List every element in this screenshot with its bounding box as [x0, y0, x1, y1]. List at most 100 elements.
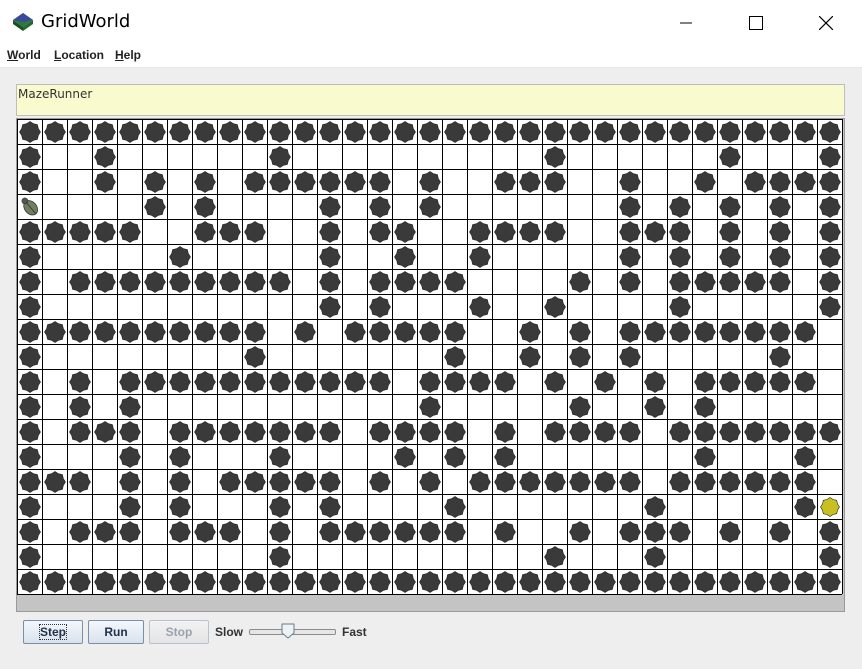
- rock-actor[interactable]: [269, 521, 291, 543]
- rock-actor[interactable]: [694, 421, 716, 443]
- rock-actor[interactable]: [69, 371, 91, 393]
- rock-actor[interactable]: [369, 171, 391, 193]
- rock-actor[interactable]: [394, 121, 416, 143]
- rock-actor[interactable]: [419, 396, 441, 418]
- rock-actor[interactable]: [244, 371, 266, 393]
- rock-actor[interactable]: [794, 371, 816, 393]
- rock-actor[interactable]: [694, 396, 716, 418]
- rock-actor[interactable]: [544, 296, 566, 318]
- rock-actor[interactable]: [194, 421, 216, 443]
- rock-actor[interactable]: [144, 196, 166, 218]
- rock-actor[interactable]: [244, 471, 266, 493]
- rock-actor[interactable]: [419, 521, 441, 543]
- rock-actor[interactable]: [769, 346, 791, 368]
- rock-actor[interactable]: [669, 521, 691, 543]
- rock-actor[interactable]: [244, 346, 266, 368]
- rock-actor[interactable]: [194, 121, 216, 143]
- rock-actor[interactable]: [19, 121, 41, 143]
- rock-actor[interactable]: [494, 171, 516, 193]
- rock-actor[interactable]: [519, 321, 541, 343]
- rock-actor[interactable]: [119, 271, 141, 293]
- rock-actor[interactable]: [194, 321, 216, 343]
- rock-actor[interactable]: [119, 471, 141, 493]
- rock-actor[interactable]: [619, 271, 641, 293]
- minimize-button[interactable]: [663, 0, 709, 45]
- rock-actor[interactable]: [644, 521, 666, 543]
- rock-actor[interactable]: [44, 571, 66, 593]
- rock-actor[interactable]: [169, 496, 191, 518]
- rock-actor[interactable]: [569, 421, 591, 443]
- rock-actor[interactable]: [344, 321, 366, 343]
- rock-actor[interactable]: [344, 121, 366, 143]
- rock-actor[interactable]: [444, 371, 466, 393]
- rock-actor[interactable]: [569, 121, 591, 143]
- rock-actor[interactable]: [619, 221, 641, 243]
- rock-actor[interactable]: [519, 471, 541, 493]
- rock-actor[interactable]: [369, 571, 391, 593]
- rock-actor[interactable]: [619, 571, 641, 593]
- rock-actor[interactable]: [269, 571, 291, 593]
- maximize-button[interactable]: [733, 0, 779, 45]
- rock-actor[interactable]: [269, 146, 291, 168]
- rock-actor[interactable]: [44, 471, 66, 493]
- rock-actor[interactable]: [319, 421, 341, 443]
- rock-actor[interactable]: [294, 121, 316, 143]
- rock-actor[interactable]: [369, 321, 391, 343]
- rock-actor[interactable]: [244, 271, 266, 293]
- rock-actor[interactable]: [769, 121, 791, 143]
- rock-actor[interactable]: [194, 571, 216, 593]
- rock-actor[interactable]: [344, 171, 366, 193]
- rock-actor[interactable]: [469, 296, 491, 318]
- rock-actor[interactable]: [744, 171, 766, 193]
- rock-actor[interactable]: [319, 171, 341, 193]
- rock-actor[interactable]: [19, 546, 41, 568]
- rock-actor[interactable]: [94, 571, 116, 593]
- rock-actor[interactable]: [669, 221, 691, 243]
- rock-actor[interactable]: [394, 321, 416, 343]
- rock-actor[interactable]: [469, 471, 491, 493]
- rock-actor[interactable]: [144, 121, 166, 143]
- rock-actor[interactable]: [144, 271, 166, 293]
- rock-actor[interactable]: [119, 221, 141, 243]
- rock-actor[interactable]: [444, 521, 466, 543]
- rock-actor[interactable]: [494, 421, 516, 443]
- rock-actor[interactable]: [769, 471, 791, 493]
- rock-actor[interactable]: [694, 121, 716, 143]
- rock-actor[interactable]: [619, 346, 641, 368]
- rock-actor[interactable]: [719, 421, 741, 443]
- rock-actor[interactable]: [194, 521, 216, 543]
- rock-actor[interactable]: [494, 471, 516, 493]
- rock-actor[interactable]: [419, 571, 441, 593]
- rock-actor[interactable]: [219, 221, 241, 243]
- speed-slider-thumb[interactable]: [281, 623, 295, 639]
- rock-actor[interactable]: [694, 471, 716, 493]
- rock-actor[interactable]: [394, 221, 416, 243]
- rock-actor[interactable]: [444, 571, 466, 593]
- rock-actor[interactable]: [744, 121, 766, 143]
- rock-actor[interactable]: [719, 571, 741, 593]
- rock-actor[interactable]: [594, 121, 616, 143]
- step-button[interactable]: Step: [23, 620, 83, 644]
- rock-actor[interactable]: [119, 521, 141, 543]
- rock-actor[interactable]: [819, 521, 841, 543]
- rock-actor[interactable]: [369, 221, 391, 243]
- rock-actor[interactable]: [444, 321, 466, 343]
- rock-actor[interactable]: [344, 371, 366, 393]
- rock-actor[interactable]: [194, 221, 216, 243]
- rock-actor[interactable]: [444, 346, 466, 368]
- rock-actor[interactable]: [669, 121, 691, 143]
- rock-actor[interactable]: [494, 446, 516, 468]
- rock-actor[interactable]: [619, 196, 641, 218]
- rock-actor[interactable]: [619, 121, 641, 143]
- rock-actor[interactable]: [669, 321, 691, 343]
- rock-actor[interactable]: [369, 271, 391, 293]
- rock-actor[interactable]: [594, 571, 616, 593]
- rock-actor[interactable]: [319, 271, 341, 293]
- rock-actor[interactable]: [119, 446, 141, 468]
- rock-actor[interactable]: [569, 571, 591, 593]
- rock-actor[interactable]: [19, 171, 41, 193]
- rock-actor[interactable]: [419, 371, 441, 393]
- rock-actor[interactable]: [819, 296, 841, 318]
- rock-actor[interactable]: [269, 446, 291, 468]
- rock-actor[interactable]: [169, 571, 191, 593]
